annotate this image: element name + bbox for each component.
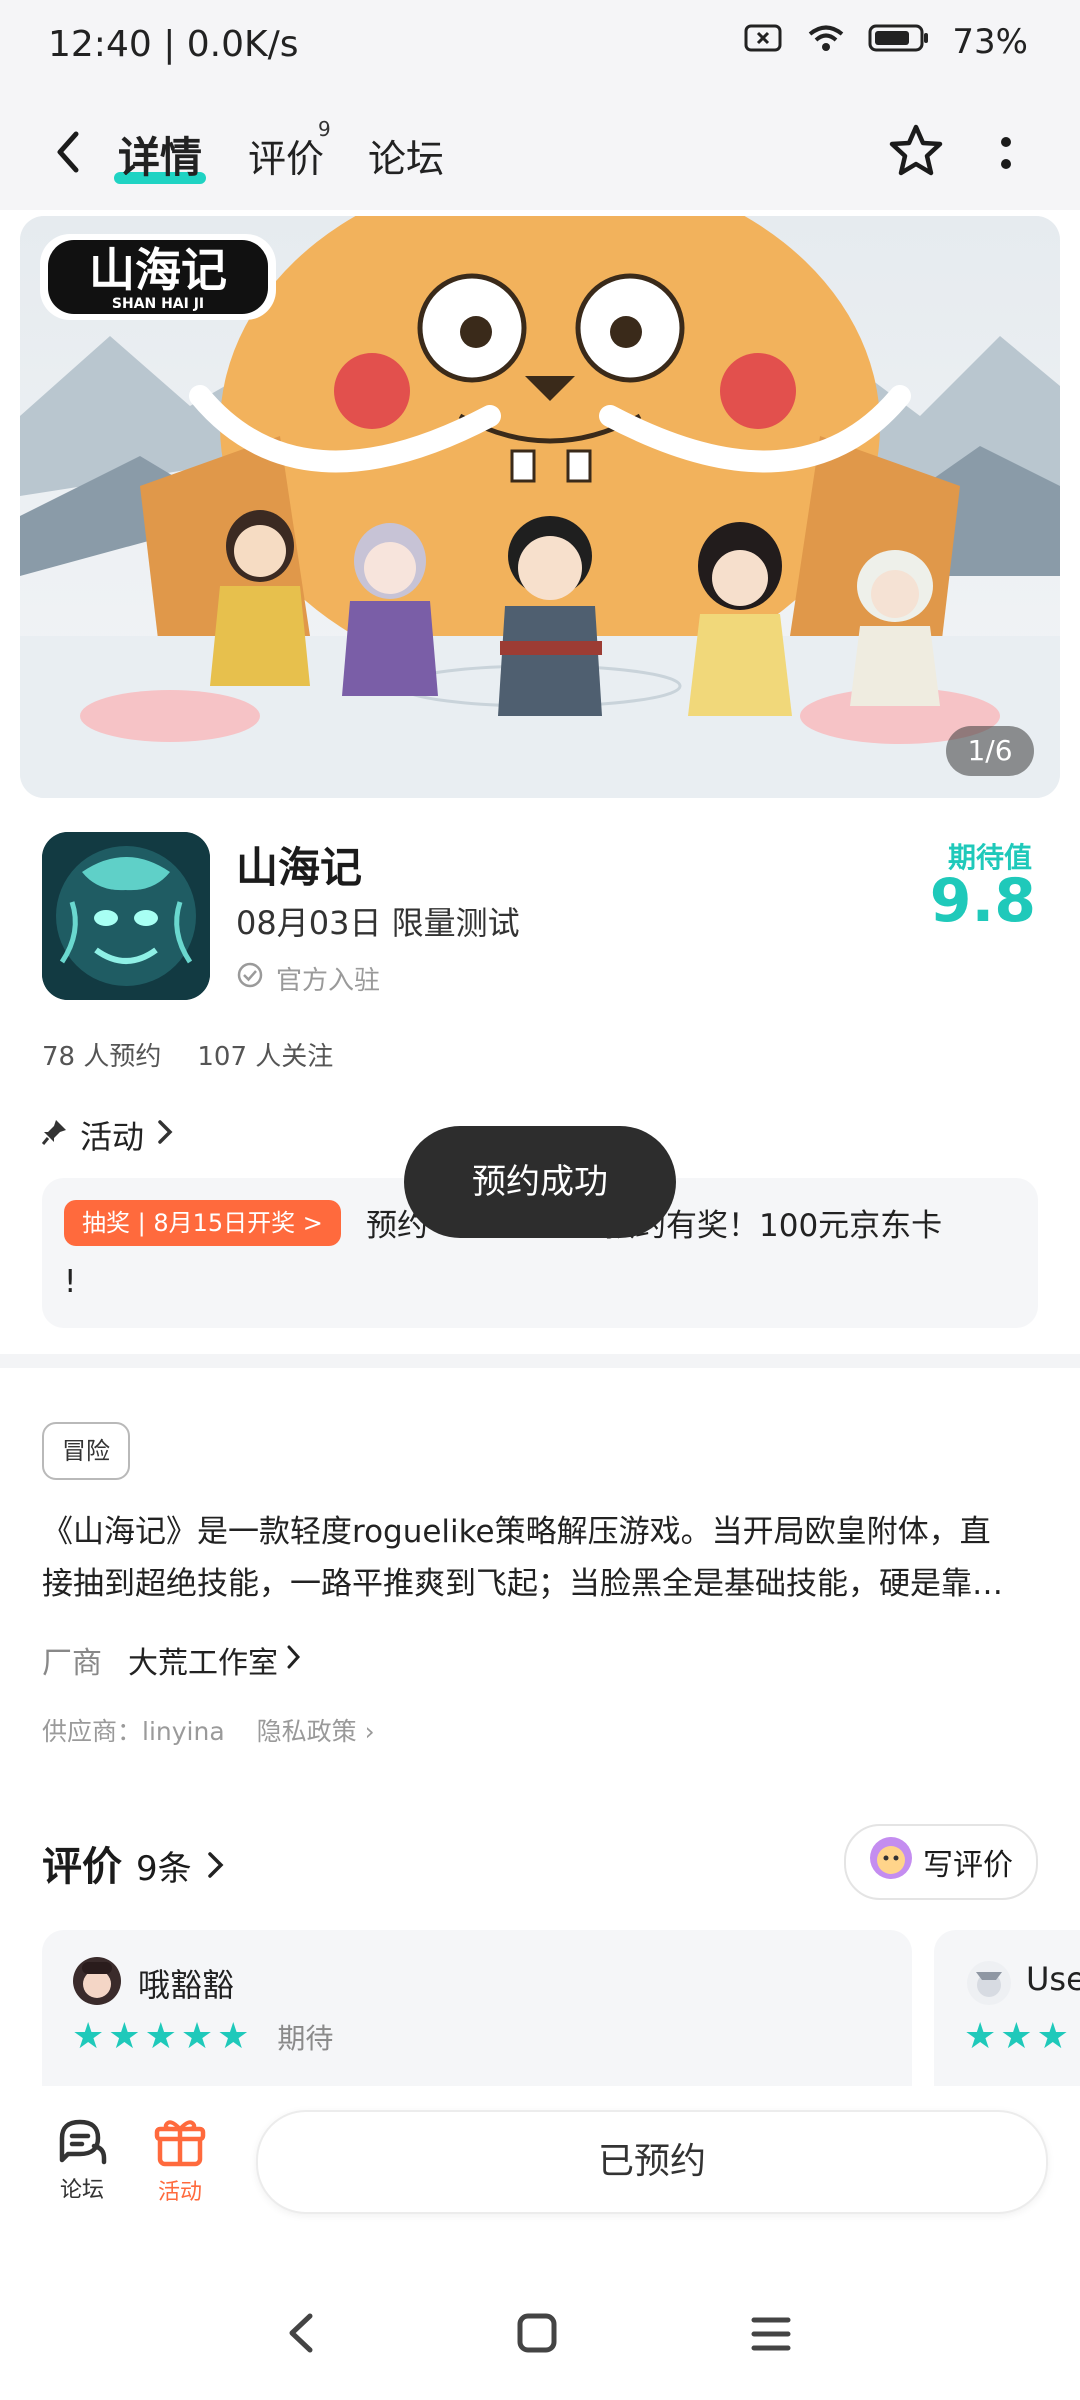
game-logo: 山海记 SHAN HAI JI: [40, 234, 276, 320]
star-filled-icon: ★: [217, 2016, 250, 2057]
forum-icon: [54, 2119, 110, 2172]
star-filled-icon: ★: [1036, 2016, 1069, 2057]
reserved-button[interactable]: 已预约: [256, 2110, 1048, 2214]
activity-section-header[interactable]: 活动: [41, 1112, 174, 1158]
star-outline-icon[interactable]: [886, 122, 946, 184]
sim-off-icon: [744, 22, 784, 62]
activity-title: 活动: [80, 1118, 145, 1156]
supplier-label: 供应商：linyina: [42, 1717, 225, 1746]
follower-count: 107 人关注: [197, 1042, 334, 1072]
write-review-label: 写评价: [923, 1848, 1013, 1883]
reviews-count: 9条: [136, 1849, 192, 1889]
avatar: [966, 1960, 1012, 2010]
banner-page-indicator: 1/6: [946, 726, 1034, 776]
nav-menu-icon[interactable]: [750, 2314, 792, 2358]
svg-text:SHAN HAI JI: SHAN HAI JI: [112, 296, 204, 312]
toast-reservation-success: 预约成功: [404, 1126, 676, 1238]
tab-reviews-badge: 9: [318, 117, 331, 141]
star-filled-icon: ★: [964, 2016, 997, 2057]
verified-badge: 官方入驻: [236, 960, 380, 997]
chevron-right-icon: ›: [364, 1717, 375, 1746]
expectation-score: 9.8: [929, 866, 1036, 936]
svg-text:山海记: 山海记: [89, 243, 227, 297]
privacy-policy-link[interactable]: 隐私政策 ›: [257, 1712, 375, 1748]
genre-tag[interactable]: 冒险: [42, 1422, 130, 1480]
more-icon[interactable]: [998, 134, 1014, 178]
avatar: [869, 1836, 913, 1888]
status-icons: 73%: [744, 22, 1028, 62]
reservation-count: 78 人预约: [42, 1042, 162, 1072]
reviewer-name: 哦豁豁: [138, 1966, 235, 2004]
status-time: 12:40 | 0.0K/s: [48, 24, 299, 65]
activity-label: 活动: [157, 2180, 202, 2205]
battery-percent: 73%: [952, 22, 1028, 62]
verified-label: 官方入驻: [276, 966, 381, 996]
write-review-button[interactable]: 写评价: [844, 1824, 1038, 1900]
app-icon: [42, 832, 210, 1000]
release-date: 08月03日 限量测试: [236, 904, 520, 942]
activity-text-wrap: !: [64, 1264, 77, 1300]
tab-reviews[interactable]: 评价: [248, 128, 324, 183]
star-filled-icon: ★: [144, 2016, 177, 2057]
system-nav-bar: [0, 2266, 1080, 2400]
tab-details[interactable]: 详情: [118, 124, 202, 185]
star-filled-icon: ★: [72, 2016, 105, 2057]
forum-label: 论坛: [59, 2178, 104, 2203]
battery-icon: [868, 22, 930, 62]
gift-icon: [154, 2120, 206, 2174]
check-circle-icon: [236, 961, 264, 996]
chevron-right-icon: [156, 1116, 174, 1154]
nav-home-icon[interactable]: [516, 2312, 558, 2358]
nav-back-icon[interactable]: [284, 2310, 318, 2360]
description-line-2: 接抽到超绝技能，一路平推爽到飞起；当脸黑全是基础技能，硬是靠…: [42, 1566, 1003, 1602]
description-line-1: 《山海记》是一款轻度roguelike策略解压游戏。当开局欧皇附体，直: [42, 1514, 991, 1550]
star-filled-icon: ★: [1000, 2016, 1033, 2057]
rating-stars: ★ ★ ★ ★ ★ 期待: [72, 2016, 333, 2057]
hero-banner[interactable]: 山海记 SHAN HAI JI 1/6: [20, 216, 1060, 798]
reviews-title: 评价: [42, 1844, 122, 1890]
avatar: [72, 1956, 122, 2010]
section-divider: [0, 1354, 1080, 1368]
app-name: 山海记: [236, 843, 363, 892]
tab-forum[interactable]: 论坛: [368, 128, 444, 183]
pin-icon: [41, 1116, 68, 1154]
activity-button[interactable]: 活动: [130, 2116, 230, 2206]
reviews-header[interactable]: 评价 9条: [42, 1834, 226, 1892]
reviewer-name: Use: [1026, 1960, 1080, 1998]
star-filled-icon: ★: [180, 2016, 214, 2057]
vendor-row[interactable]: 厂商 大荒工作室: [42, 1638, 302, 1682]
wifi-icon: [806, 22, 846, 62]
rating-stars: ★ ★ ★: [964, 2016, 1069, 2057]
supplier-row: 供应商：linyina 隐私政策 ›: [42, 1712, 375, 1748]
chevron-right-icon: [286, 1643, 302, 1678]
game-description[interactable]: 《山海记》是一款轻度roguelike策略解压游戏。当开局欧皇附体，直 接抽到超…: [42, 1506, 1038, 1610]
back-icon[interactable]: [52, 128, 84, 180]
hero-illustration: 山海记 SHAN HAI JI: [20, 216, 1060, 798]
stats-row: 78 人预约 107 人关注: [42, 1036, 333, 1073]
star-filled-icon: ★: [108, 2016, 141, 2057]
forum-button[interactable]: 论坛: [32, 2116, 132, 2204]
review-tag: 期待: [277, 2021, 334, 2055]
vendor-label: 厂商: [42, 1646, 102, 1681]
vendor-name: 大荒工作室: [128, 1646, 278, 1681]
chevron-right-icon: [206, 1844, 226, 1890]
